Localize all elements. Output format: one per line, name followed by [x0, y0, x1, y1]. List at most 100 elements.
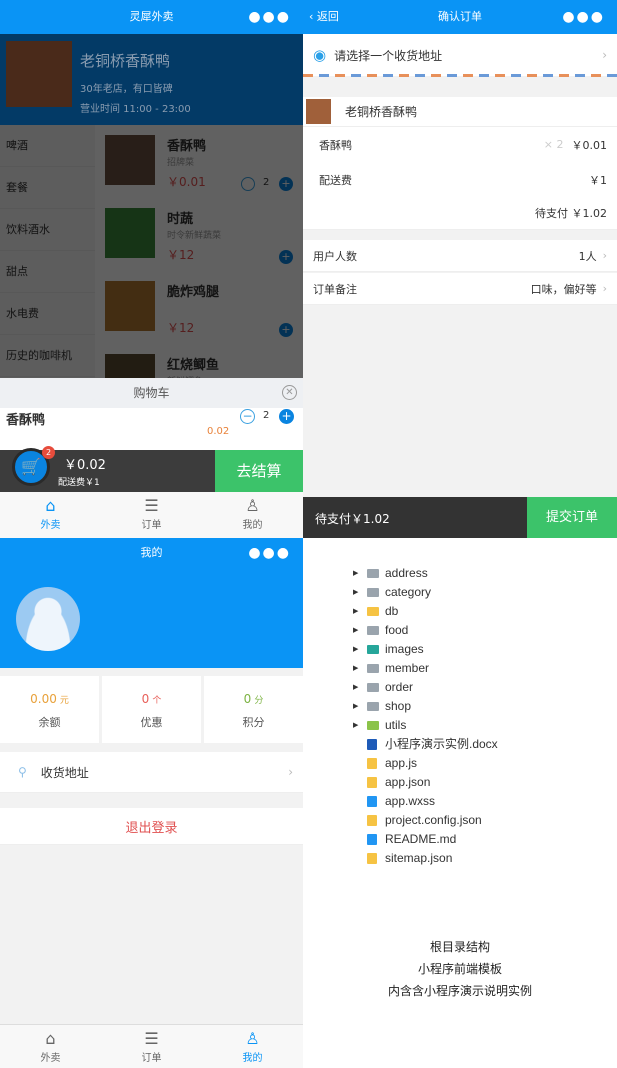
stat-余额[interactable]: 0.00 元余额: [0, 676, 99, 743]
minus-button[interactable]: −: [240, 409, 255, 424]
people-label: 用户人数: [313, 249, 357, 263]
stats-row: 0.00 元余额 0 个优惠 0 分积分: [0, 676, 303, 743]
folder-item[interactable]: ▶ db: [353, 602, 498, 621]
location-icon: ⚲: [18, 765, 27, 779]
back-button[interactable]: ‹ 返回: [309, 0, 339, 34]
order-item-price: ￥0.01: [571, 138, 608, 152]
cart-item-qty: 2: [263, 410, 270, 421]
folder-item[interactable]: ▶ food: [353, 621, 498, 640]
folder-icon: [367, 721, 379, 730]
tab-1[interactable]: ☰ 订单: [101, 492, 202, 538]
file-item[interactable]: app.json: [353, 773, 498, 792]
people-row[interactable]: 用户人数 1人 ›: [303, 240, 617, 272]
stat-积分[interactable]: 0 分积分: [204, 676, 303, 743]
cart-bar: 🛒 2 ￥0.02 配送费￥1 去结算: [0, 446, 303, 492]
item-name: sitemap.json: [385, 851, 453, 865]
shop-desc: 30年老店，有口皆碑: [80, 84, 173, 95]
item-name: db: [385, 604, 399, 618]
avatar[interactable]: [16, 587, 80, 651]
folder-item[interactable]: ▶ category: [353, 583, 498, 602]
plus-button[interactable]: +: [279, 409, 294, 424]
stat-number: 0.00: [30, 692, 57, 706]
item-name: food: [385, 623, 409, 637]
item-name: order: [385, 680, 414, 694]
back-label: 返回: [316, 10, 339, 23]
logout-button[interactable]: 退出登录: [0, 808, 303, 845]
caption: 根目录结构 小程序前端模板 内含含小程序演示说明实例: [303, 936, 617, 1002]
modal-overlay[interactable]: [0, 125, 303, 378]
file-item[interactable]: app.wxss: [353, 792, 498, 811]
logout-label: 退出登录: [125, 820, 178, 836]
stat-优惠[interactable]: 0 个优惠: [102, 676, 201, 743]
more-icon[interactable]: ●●●: [248, 0, 291, 34]
cart-total: ￥0.02: [64, 458, 106, 473]
profile-title: 我的: [140, 546, 163, 559]
caption-line: 内含含小程序演示说明实例: [387, 984, 532, 998]
cart-title: 购物车: [133, 386, 170, 400]
tab-bar: ⌂ 外卖 ☰ 订单 ♙ 我的: [0, 1024, 303, 1068]
tab-label: 我的: [242, 520, 263, 531]
folder-icon: [367, 702, 379, 711]
cart-item-name: 香酥鸭: [6, 413, 46, 428]
folder-item[interactable]: ▶ images: [353, 640, 498, 659]
folder-item[interactable]: ▶ shop: [353, 697, 498, 716]
dashed-divider: [303, 74, 617, 77]
order-screen: ‹ 返回 确认订单 ●●● ◉ 请选择一个收货地址 › 老铜桥香酥鸭 香酥鸭 × 2 ￥0.…: [303, 0, 617, 538]
home-icon: ⌂: [45, 1029, 56, 1048]
stat-value: 0分: [204, 692, 303, 706]
order-item-price: ￥1: [589, 173, 607, 187]
delivery-fee: 配送费￥1: [58, 478, 100, 488]
folder-icon: [367, 645, 379, 654]
file-item[interactable]: 小程序演示实例.docx: [353, 735, 498, 754]
stat-label: 余额: [38, 716, 61, 729]
order-item: 配送费 ￥1: [303, 162, 617, 197]
item-name: images: [385, 642, 424, 656]
folder-item[interactable]: ▶ member: [353, 659, 498, 678]
item-name: utils: [385, 718, 407, 732]
more-icon[interactable]: ●●●: [562, 0, 605, 34]
item-name: app.js: [385, 756, 418, 770]
folder-icon: [367, 626, 379, 635]
stat-unit: 元: [59, 696, 69, 706]
file-item[interactable]: README.md: [353, 830, 498, 849]
file-item[interactable]: app.js: [353, 754, 498, 773]
file-tree: ▶ address ▶ category ▶ db ▶ food ▶ images ▶ member ▶…: [353, 564, 498, 868]
folder-item[interactable]: ▶ address: [353, 564, 498, 583]
stat-unit: 分: [254, 696, 264, 706]
address-row[interactable]: ⚲ 收货地址 ›: [0, 752, 303, 793]
tab-label: 订单: [141, 1053, 162, 1064]
tab-bar: ⌂ 外卖 ☰ 订单 ♙ 我的: [0, 492, 303, 538]
folder-item[interactable]: ▶ order: [353, 678, 498, 697]
shop-name: 老铜桥香酥鸭: [80, 52, 171, 70]
folder-icon: [367, 569, 379, 578]
folder-icon: [367, 607, 379, 616]
note-row[interactable]: 订单备注 口味，偏好等 ›: [303, 273, 617, 305]
tab-2[interactable]: ♙ 我的: [202, 1025, 303, 1068]
shop-thumb: [306, 99, 331, 124]
profile-banner: [0, 568, 303, 668]
stat-label: 优惠: [140, 716, 163, 729]
address-placeholder: 请选择一个收货地址: [334, 48, 443, 63]
tab-2[interactable]: ♙ 我的: [202, 492, 303, 538]
checkout-button[interactable]: 去结算: [215, 450, 303, 492]
cart-badge: 2: [42, 446, 55, 459]
folder-item[interactable]: ▶ utils: [353, 716, 498, 735]
caret-right-icon: ▶: [353, 703, 359, 710]
tab-1[interactable]: ☰ 订单: [101, 1025, 202, 1068]
file-item[interactable]: project.config.json: [353, 811, 498, 830]
chevron-right-icon: ›: [288, 765, 293, 779]
tab-label: 外卖: [40, 520, 61, 531]
tab-0[interactable]: ⌂ 外卖: [0, 1025, 101, 1068]
tab-0[interactable]: ⌂ 外卖: [0, 492, 101, 538]
file-item[interactable]: sitemap.json: [353, 849, 498, 868]
submit-order-button[interactable]: 提交订单: [527, 497, 617, 538]
close-icon[interactable]: ✕: [282, 385, 297, 400]
cart-item: 香酥鸭 − 2 + 0.02: [0, 408, 303, 450]
submit-bar: 待支付￥1.02 提交订单: [303, 497, 617, 538]
more-icon[interactable]: ●●●: [248, 538, 291, 568]
address-selector[interactable]: ◉ 请选择一个收货地址 ›: [303, 34, 617, 76]
file-icon: [367, 834, 377, 845]
people-value: 1人: [578, 249, 597, 263]
stat-label: 积分: [242, 716, 265, 729]
caret-right-icon: ▶: [353, 646, 359, 653]
